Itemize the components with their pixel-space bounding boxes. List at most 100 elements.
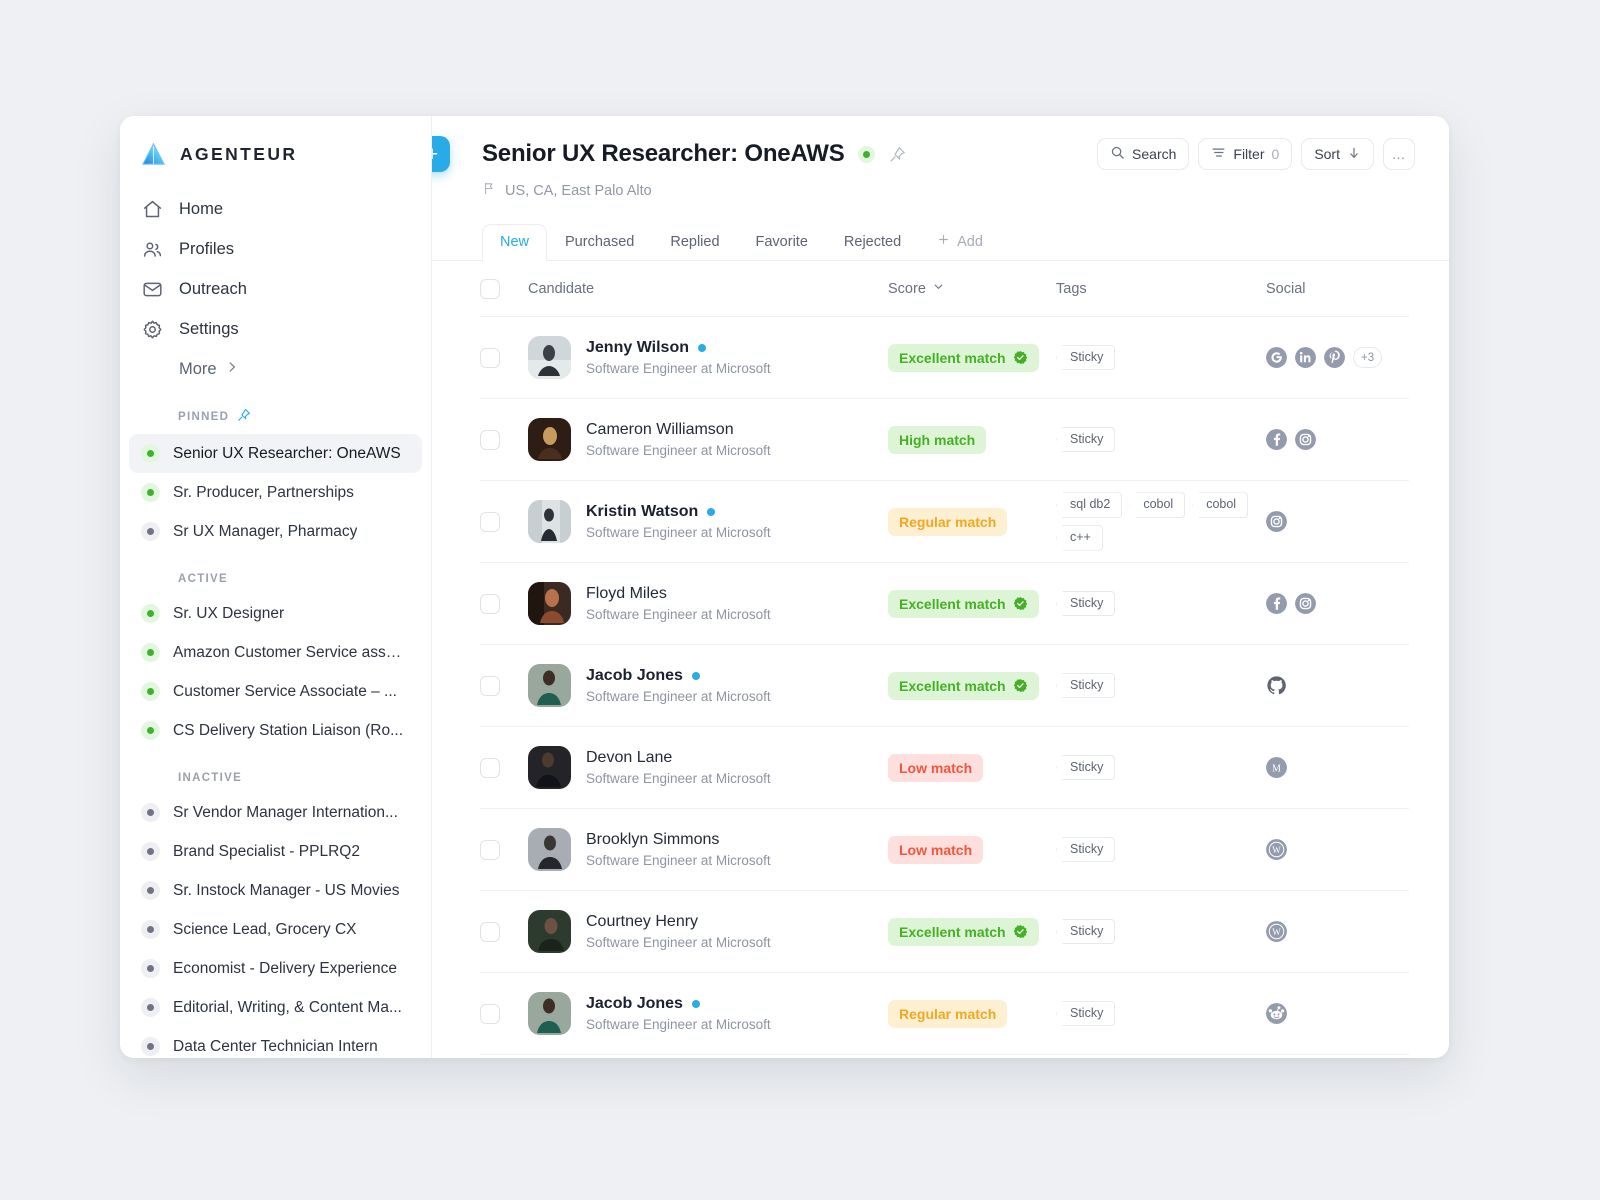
row-checkbox[interactable] xyxy=(480,675,500,696)
more-socials-badge[interactable]: +3 xyxy=(1353,347,1383,368)
sidebar-item-customer-service-associate[interactable]: Customer Service Associate – ... xyxy=(129,672,422,711)
sidebar-item-senior-ux-researcher-oneaws[interactable]: Senior UX Researcher: OneAWS xyxy=(129,434,422,473)
wordpress-icon[interactable]: W xyxy=(1266,839,1287,860)
sidebar-item-data-center-technician-intern[interactable]: Data Center Technician Intern xyxy=(129,1027,422,1058)
instagram-icon[interactable] xyxy=(1295,429,1316,450)
sidebar-item-outreach[interactable]: Outreach xyxy=(120,272,431,307)
table-row[interactable]: Kristin Watson Software Engineer at Micr… xyxy=(480,481,1409,563)
score-cell: Regular match xyxy=(888,999,1056,1028)
table-row[interactable]: Jacob Jones Software Engineer at Microso… xyxy=(480,645,1409,727)
table-row[interactable]: Cameron Williamson Software Engineer at … xyxy=(480,399,1409,481)
status-badge: Regular match xyxy=(888,999,1008,1028)
tags-cell: Sticky xyxy=(1056,672,1266,699)
table-row[interactable]: Jenny Wilson Software Engineer at Micros… xyxy=(480,317,1409,399)
sidebar-item-cs-delivery-station-liaison[interactable]: CS Delivery Station Liaison (Ro... xyxy=(129,711,422,750)
row-checkbox[interactable] xyxy=(480,757,500,778)
sort-button[interactable]: Sort xyxy=(1301,138,1374,170)
medium-icon[interactable]: M xyxy=(1266,757,1287,778)
sidebar-item-economist-delivery-experience[interactable]: Economist - Delivery Experience xyxy=(129,949,422,988)
sidebar-item-amazon-customer-service-asso[interactable]: Amazon Customer Service asso... xyxy=(129,633,422,672)
tag-chip[interactable]: Sticky xyxy=(1056,590,1116,617)
sidebar-item-profiles[interactable]: Profiles xyxy=(120,232,431,267)
google-icon[interactable] xyxy=(1266,347,1287,368)
row-checkbox[interactable] xyxy=(480,593,500,614)
sidebar-item-sr-vendor-manager-internation[interactable]: Sr Vendor Manager Internation... xyxy=(129,793,422,832)
candidate-name: Floyd Miles xyxy=(586,585,667,602)
table-row[interactable]: Floyd Miles Software Engineer at Microso… xyxy=(480,563,1409,645)
pin-icon[interactable] xyxy=(889,146,906,163)
github-icon[interactable] xyxy=(1266,675,1287,696)
table-row[interactable]: Jacob Jones Software Engineer at Microso… xyxy=(480,973,1409,1055)
status-badge: Low match xyxy=(888,835,984,864)
search-button[interactable]: Search xyxy=(1097,138,1190,170)
page-title: Senior UX Researcher: OneAWS xyxy=(482,140,845,167)
tags-cell: Sticky xyxy=(1056,590,1266,617)
sidebar-item-sr-ux-designer[interactable]: Sr. UX Designer xyxy=(129,594,422,633)
tag-chip[interactable]: c++ xyxy=(1056,525,1103,551)
sidebar-item-sr-ux-manager-pharmacy[interactable]: Sr UX Manager, Pharmacy xyxy=(129,512,422,551)
tab-new[interactable]: New xyxy=(482,224,548,262)
tag-chip[interactable]: Sticky xyxy=(1056,918,1116,945)
tag-chip[interactable]: Sticky xyxy=(1056,754,1116,781)
facebook-icon[interactable] xyxy=(1266,429,1287,450)
row-checkbox[interactable] xyxy=(480,347,500,368)
instagram-icon[interactable] xyxy=(1295,593,1316,614)
candidate-cell: Devon Lane Software Engineer at Microsof… xyxy=(528,746,888,789)
status-dot-green xyxy=(857,145,875,163)
tab-favorite[interactable]: Favorite xyxy=(738,224,826,261)
table-row[interactable]: Courtney Henry Software Engineer at Micr… xyxy=(480,891,1409,973)
sidebar-item-more[interactable]: More xyxy=(120,352,431,386)
candidate-cell: Cameron Williamson Software Engineer at … xyxy=(528,418,888,461)
linkedin-icon[interactable] xyxy=(1295,347,1316,368)
status-badge: Regular match xyxy=(888,507,1008,536)
tag-chip[interactable]: Sticky xyxy=(1056,672,1116,699)
candidate-role: Software Engineer at Microsoft xyxy=(586,853,771,868)
sidebar-item-science-lead-grocery-cx[interactable]: Science Lead, Grocery CX xyxy=(129,910,422,949)
sidebar-item-sr-instock-manager-us-movies[interactable]: Sr. Instock Manager - US Movies xyxy=(129,871,422,910)
section-title: PINNED xyxy=(178,410,230,423)
candidate-role: Software Engineer at Microsoft xyxy=(586,689,771,704)
sidebar-item-brand-specialist-pplrq2[interactable]: Brand Specialist - PPLRQ2 xyxy=(129,832,422,871)
status-badge: Low match xyxy=(888,753,984,782)
instagram-icon[interactable] xyxy=(1266,511,1287,532)
filter-button[interactable]: Filter 0 xyxy=(1198,138,1293,170)
reddit-icon[interactable] xyxy=(1266,1003,1287,1024)
row-checkbox[interactable] xyxy=(480,839,500,860)
list-item-label: Economist - Delivery Experience xyxy=(173,959,397,977)
select-all-checkbox[interactable] xyxy=(480,278,500,299)
pinterest-icon[interactable] xyxy=(1324,347,1345,368)
sidebar-item-home[interactable]: Home xyxy=(120,192,431,227)
add-button[interactable]: + xyxy=(432,136,450,172)
tag-chip[interactable]: Sticky xyxy=(1056,344,1116,371)
sidebar-item-editorial-writing-content-ma[interactable]: Editorial, Writing, & Content Ma... xyxy=(129,988,422,1027)
row-checkbox[interactable] xyxy=(480,1003,500,1024)
tab-add[interactable]: Add xyxy=(919,223,1001,261)
tag-chip[interactable]: sql db2 xyxy=(1056,492,1123,518)
facebook-icon[interactable] xyxy=(1266,593,1287,614)
tag-chip[interactable]: Sticky xyxy=(1056,426,1116,453)
avatar xyxy=(528,992,571,1035)
table-row[interactable]: Devon Lane Software Engineer at Microsof… xyxy=(480,727,1409,809)
list-item-label: Amazon Customer Service asso... xyxy=(173,643,405,661)
wordpress-icon[interactable]: W xyxy=(1266,921,1287,942)
list-item-label: Customer Service Associate – ... xyxy=(173,682,397,700)
row-checkbox[interactable] xyxy=(480,511,500,532)
tab-purchased[interactable]: Purchased xyxy=(547,224,652,261)
tab-rejected[interactable]: Rejected xyxy=(826,224,919,261)
sidebar-item-settings[interactable]: Settings xyxy=(120,312,431,347)
sidebar-item-sr-producer-partnerships[interactable]: Sr. Producer, Partnerships xyxy=(129,473,422,512)
tag-chip[interactable]: cobol xyxy=(1129,492,1186,518)
tag-chip[interactable]: Sticky xyxy=(1056,1000,1116,1027)
row-checkbox[interactable] xyxy=(480,429,500,450)
tag-chip[interactable]: cobol xyxy=(1192,492,1249,518)
row-select-cell xyxy=(480,675,528,696)
more-options-button[interactable]: … xyxy=(1383,138,1415,170)
list-item-label: Sr. UX Designer xyxy=(173,604,285,622)
column-header-score[interactable]: Score xyxy=(888,280,1056,297)
tag-chip[interactable]: Sticky xyxy=(1056,836,1116,863)
tab-replied[interactable]: Replied xyxy=(652,224,737,261)
tags-cell: Sticky xyxy=(1056,918,1266,945)
brand: AGENTEUR xyxy=(120,116,431,168)
table-row[interactable]: Brooklyn Simmons Software Engineer at Mi… xyxy=(480,809,1409,891)
row-checkbox[interactable] xyxy=(480,921,500,942)
